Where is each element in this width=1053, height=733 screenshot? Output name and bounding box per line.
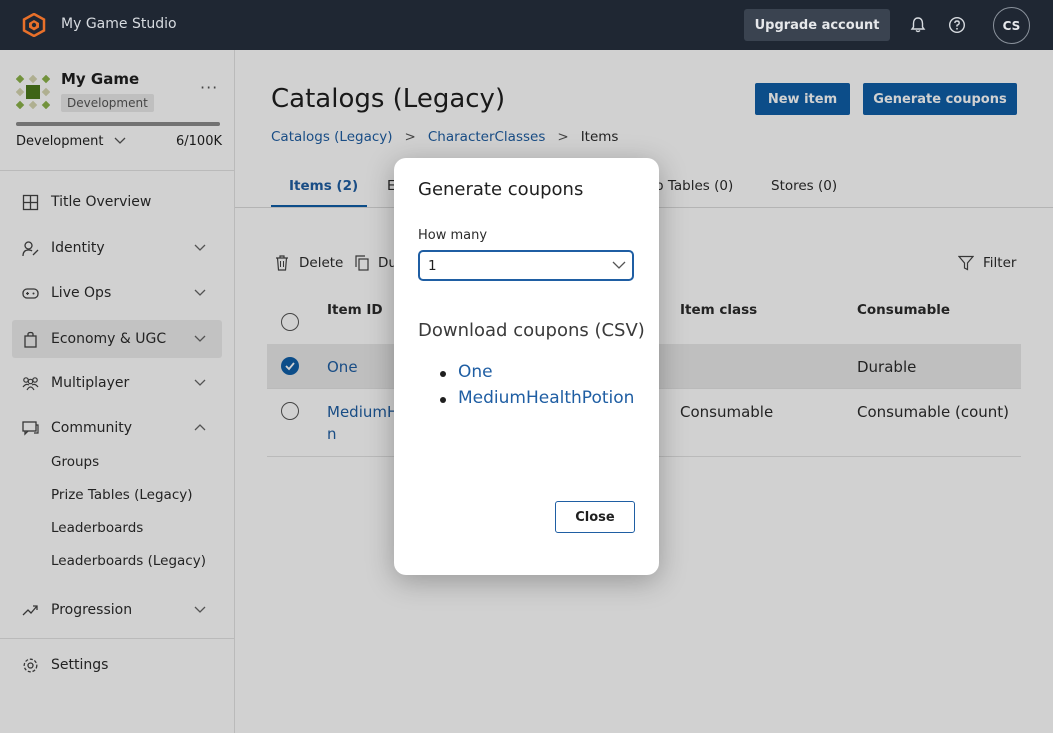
studio-name[interactable]: My Game Studio bbox=[61, 16, 177, 32]
generate-coupons-dialog: Generate coupons How many 1 Download cou… bbox=[394, 158, 659, 575]
studio-logo-icon[interactable] bbox=[22, 13, 46, 37]
download-link-mediumhealthpotion[interactable]: MediumHealthPotion bbox=[440, 388, 634, 414]
bell-icon[interactable] bbox=[909, 16, 927, 34]
how-many-select[interactable]: 1 bbox=[418, 250, 634, 281]
download-links-list: One MediumHealthPotion bbox=[440, 362, 634, 414]
dialog-title: Generate coupons bbox=[418, 179, 584, 200]
how-many-label: How many bbox=[418, 228, 488, 243]
download-link-one[interactable]: One bbox=[440, 362, 634, 388]
top-bar: My Game Studio Upgrade account CS bbox=[0, 0, 1053, 50]
download-coupons-heading: Download coupons (CSV) bbox=[418, 320, 645, 341]
chevron-down-icon bbox=[612, 261, 626, 269]
help-icon[interactable] bbox=[948, 16, 966, 34]
avatar[interactable]: CS bbox=[993, 7, 1030, 44]
upgrade-account-button[interactable]: Upgrade account bbox=[744, 9, 890, 41]
close-button[interactable]: Close bbox=[555, 501, 635, 533]
how-many-value: 1 bbox=[428, 258, 437, 274]
